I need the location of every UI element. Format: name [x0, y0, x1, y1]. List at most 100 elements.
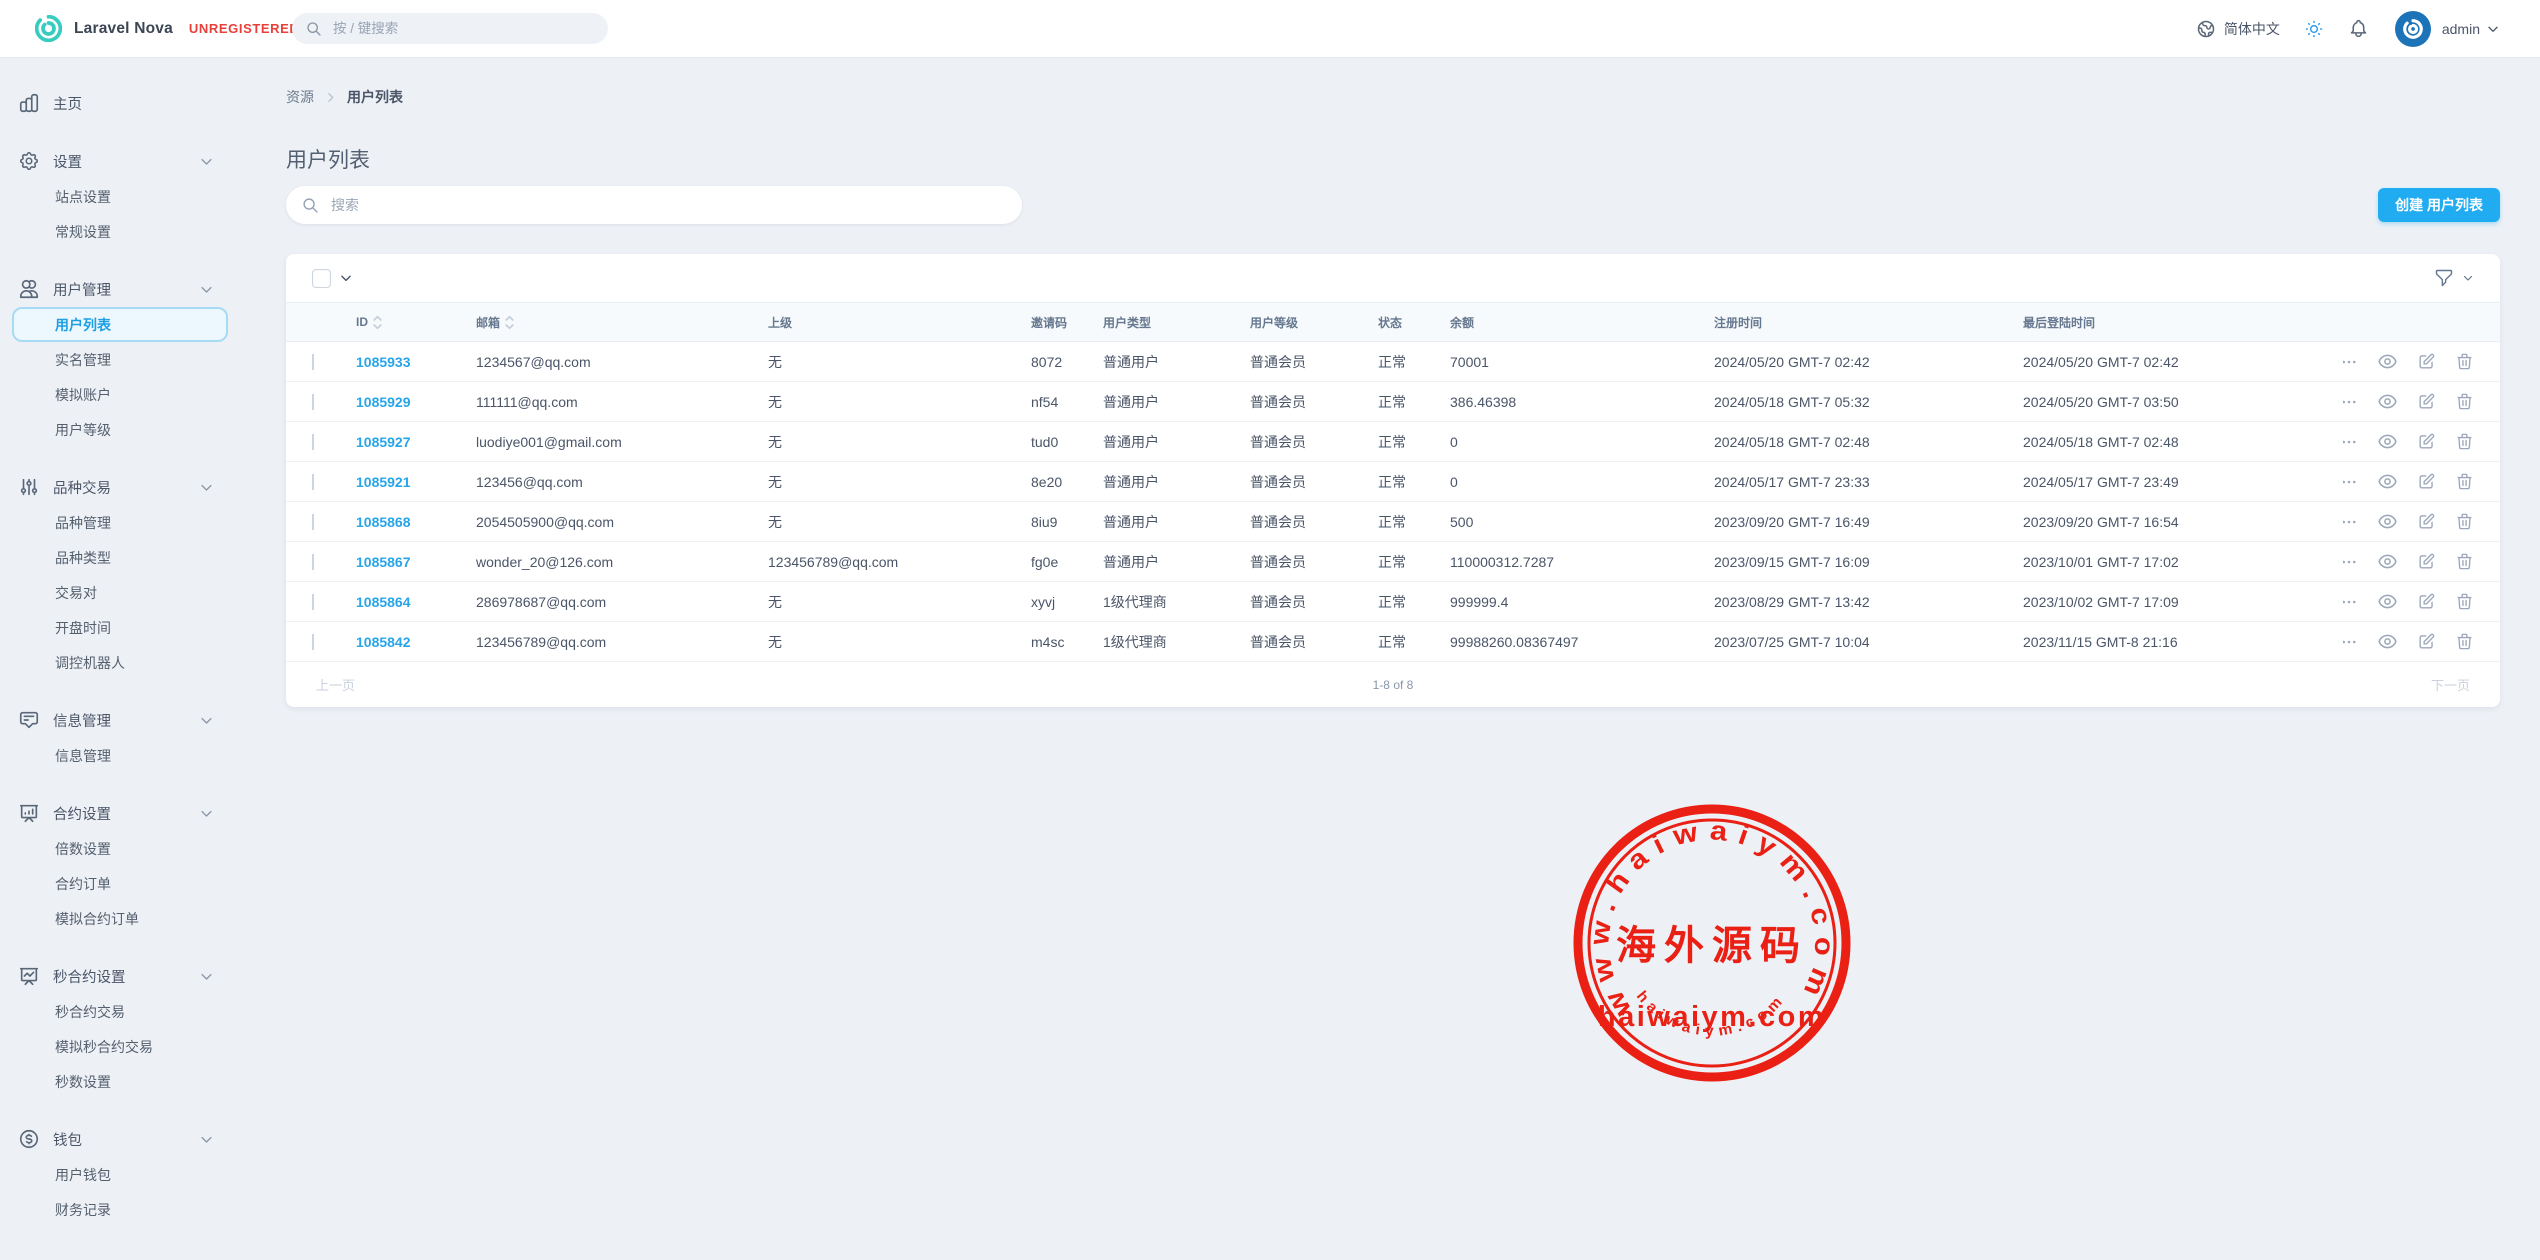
row-edit-button[interactable]: [2417, 632, 2436, 651]
sidebar-item[interactable]: 品种类型: [12, 540, 228, 575]
row-id-link[interactable]: 1085842: [356, 634, 476, 650]
row-id-link[interactable]: 1085933: [356, 354, 476, 370]
row-view-button[interactable]: [2377, 431, 2398, 452]
row-edit-button[interactable]: [2417, 472, 2436, 491]
row-view-button[interactable]: [2377, 391, 2398, 412]
row-id-link[interactable]: 1085864: [356, 594, 476, 610]
row-edit-button[interactable]: [2417, 512, 2436, 531]
avatar[interactable]: [2395, 11, 2431, 47]
row-delete-button[interactable]: [2455, 432, 2474, 451]
row-edit-button[interactable]: [2417, 352, 2436, 371]
sidebar-group-settings-header[interactable]: 设置: [12, 143, 228, 179]
sidebar-group-contract-header[interactable]: 合约设置: [12, 795, 228, 831]
sidebar-group-info-header[interactable]: 信息管理: [12, 702, 228, 738]
global-search-input[interactable]: [331, 20, 565, 37]
row-view-button[interactable]: [2377, 471, 2398, 492]
row-delete-button[interactable]: [2455, 392, 2474, 411]
row-more-actions-button[interactable]: [2343, 513, 2358, 531]
filter-chevron-icon[interactable]: [2462, 272, 2474, 284]
row-view-button[interactable]: [2377, 591, 2398, 612]
row-more-actions-button[interactable]: [2343, 633, 2358, 651]
column-header-id[interactable]: ID: [356, 315, 476, 330]
sidebar-group-users-header[interactable]: 用户管理: [12, 271, 228, 307]
sidebar-item-home[interactable]: 主页: [12, 85, 228, 121]
sidebar-item[interactable]: 用户列表: [12, 307, 228, 342]
sidebar-item[interactable]: 品种管理: [12, 505, 228, 540]
sort-icon[interactable]: [505, 315, 514, 330]
row-edit-button[interactable]: [2417, 552, 2436, 571]
row-checkbox[interactable]: [312, 354, 314, 370]
row-more-actions-button[interactable]: [2343, 593, 2358, 611]
sidebar-item[interactable]: 倍数设置: [12, 831, 228, 866]
sidebar-group-markets-header[interactable]: 品种交易: [12, 469, 228, 505]
resource-search[interactable]: [286, 186, 1022, 224]
row-edit-button[interactable]: [2417, 592, 2436, 611]
sidebar-item[interactable]: 秒合约交易: [12, 994, 228, 1029]
sidebar-item[interactable]: 用户钱包: [12, 1157, 228, 1192]
row-view-button[interactable]: [2377, 511, 2398, 532]
brand-area[interactable]: Laravel Nova UNREGISTERED: [35, 0, 299, 57]
row-delete-button[interactable]: [2455, 352, 2474, 371]
row-delete-button[interactable]: [2455, 632, 2474, 651]
sidebar-item[interactable]: 秒数设置: [12, 1064, 228, 1099]
sidebar-item[interactable]: 实名管理: [12, 342, 228, 377]
global-search[interactable]: [292, 13, 608, 44]
row-id-link[interactable]: 1085867: [356, 554, 476, 570]
row-id-link[interactable]: 1085921: [356, 474, 476, 490]
row-checkbox[interactable]: [312, 434, 314, 450]
sidebar-item[interactable]: 交易对: [12, 575, 228, 610]
theme-toggle-button[interactable]: [2304, 19, 2324, 39]
sidebar-item[interactable]: 模拟账户: [12, 377, 228, 412]
sidebar-item[interactable]: 财务记录: [12, 1192, 228, 1227]
language-switcher[interactable]: 简体中文: [2196, 19, 2280, 39]
row-view-button[interactable]: [2377, 631, 2398, 652]
sidebar-group-seconds-contract-header[interactable]: 秒合约设置: [12, 958, 228, 994]
resource-search-input[interactable]: [329, 196, 973, 214]
user-menu[interactable]: admin: [2442, 21, 2480, 37]
sidebar-item[interactable]: 合约订单: [12, 866, 228, 901]
row-id-link[interactable]: 1085868: [356, 514, 476, 530]
ellipsis-icon: [2343, 353, 2358, 371]
create-button[interactable]: 创建 用户列表: [2378, 188, 2500, 222]
sidebar-item[interactable]: 信息管理: [12, 738, 228, 773]
row-more-actions-button[interactable]: [2343, 393, 2358, 411]
row-more-actions-button[interactable]: [2343, 353, 2358, 371]
sort-icon[interactable]: [373, 315, 382, 330]
sidebar-group-wallet-header[interactable]: 钱包: [12, 1121, 228, 1157]
sidebar-item[interactable]: 开盘时间: [12, 610, 228, 645]
breadcrumb-root[interactable]: 资源: [286, 87, 314, 107]
row-checkbox[interactable]: [312, 514, 314, 530]
row-delete-button[interactable]: [2455, 592, 2474, 611]
sidebar-item[interactable]: 模拟合约订单: [12, 901, 228, 936]
row-more-actions-button[interactable]: [2343, 473, 2358, 491]
row-delete-button[interactable]: [2455, 552, 2474, 571]
row-edit-button[interactable]: [2417, 432, 2436, 451]
sidebar-item[interactable]: 站点设置: [12, 179, 228, 214]
sidebar-item[interactable]: 常规设置: [12, 214, 228, 249]
row-checkbox[interactable]: [312, 394, 314, 410]
row-checkbox[interactable]: [312, 474, 314, 490]
row-edit-button[interactable]: [2417, 392, 2436, 411]
sidebar-item[interactable]: 用户等级: [12, 412, 228, 447]
row-checkbox[interactable]: [312, 594, 314, 610]
row-id-link[interactable]: 1085927: [356, 434, 476, 450]
column-header-email[interactable]: 邮箱: [476, 314, 768, 331]
chevron-down-icon[interactable]: [2486, 22, 2500, 36]
row-delete-button[interactable]: [2455, 512, 2474, 531]
prev-page-button[interactable]: 上一页: [310, 674, 361, 695]
sidebar-item[interactable]: 模拟秒合约交易: [12, 1029, 228, 1064]
select-actions-chevron-icon[interactable]: [339, 271, 353, 285]
row-view-button[interactable]: [2377, 351, 2398, 372]
select-all-checkbox[interactable]: [312, 269, 331, 288]
row-more-actions-button[interactable]: [2343, 553, 2358, 571]
notifications-button[interactable]: [2348, 18, 2369, 39]
next-page-button[interactable]: 下一页: [2425, 674, 2476, 695]
row-delete-button[interactable]: [2455, 472, 2474, 491]
row-id-link[interactable]: 1085929: [356, 394, 476, 410]
row-view-button[interactable]: [2377, 551, 2398, 572]
filter-funnel-icon[interactable]: [2434, 268, 2454, 288]
sidebar-item[interactable]: 调控机器人: [12, 645, 228, 680]
row-more-actions-button[interactable]: [2343, 433, 2358, 451]
row-checkbox[interactable]: [312, 634, 314, 650]
row-checkbox[interactable]: [312, 554, 314, 570]
